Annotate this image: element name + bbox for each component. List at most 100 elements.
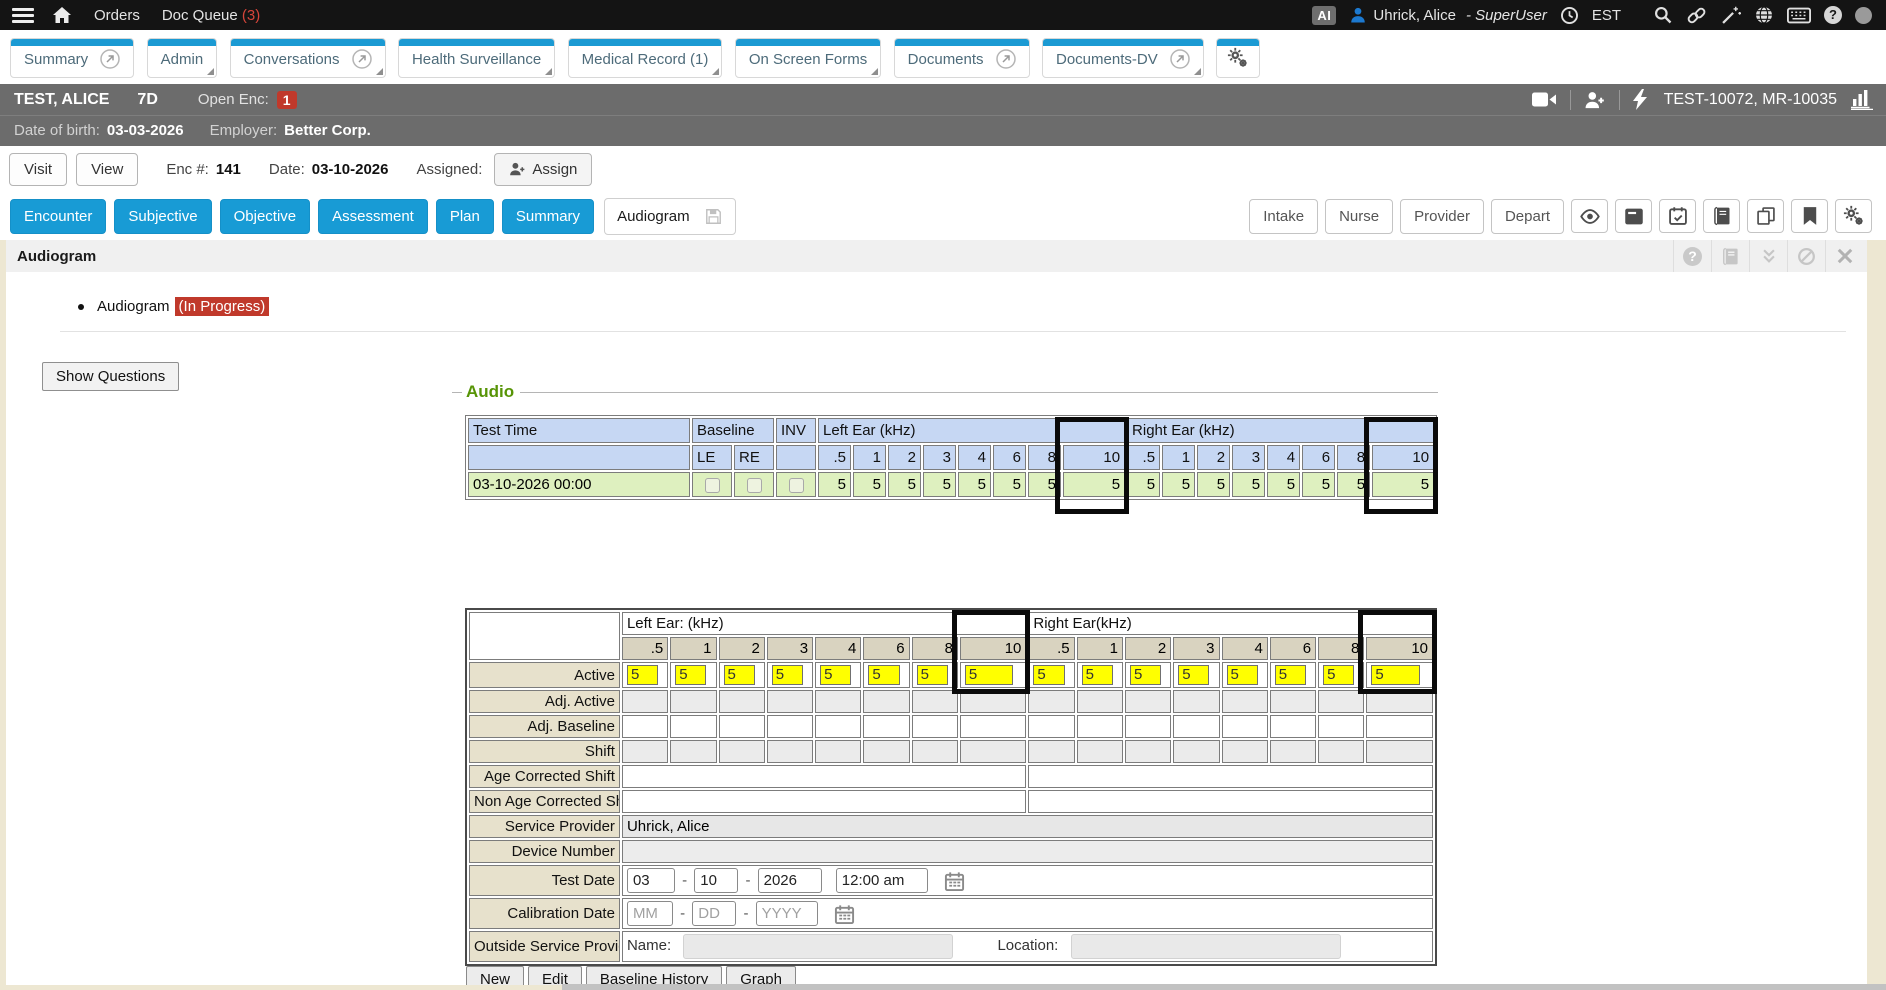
ai-badge[interactable]: AI bbox=[1312, 6, 1336, 25]
wand-icon[interactable] bbox=[1720, 5, 1741, 26]
tab-medical-record[interactable]: Medical Record (1) bbox=[568, 38, 723, 78]
graph-button[interactable]: Graph bbox=[726, 966, 796, 985]
summary-button[interactable]: Summary bbox=[502, 199, 594, 234]
tab-settings[interactable] bbox=[1216, 38, 1260, 78]
chart-icon[interactable] bbox=[1850, 89, 1874, 110]
archive-button[interactable] bbox=[1615, 199, 1652, 233]
nurse-button[interactable]: Nurse bbox=[1325, 199, 1393, 234]
help-icon[interactable]: ? bbox=[1824, 6, 1842, 24]
lightning-icon[interactable] bbox=[1633, 89, 1647, 110]
settings-gears-button[interactable] bbox=[1835, 199, 1872, 233]
horizontal-scrollbar-thumb[interactable] bbox=[562, 984, 1886, 990]
device-number-field[interactable] bbox=[622, 840, 1433, 863]
active-left-input-value[interactable]: 5 bbox=[868, 665, 899, 685]
bookmark-button[interactable] bbox=[1791, 199, 1828, 233]
active-left-input-value[interactable]: 5 bbox=[675, 665, 706, 685]
tab-on-screen-forms[interactable]: On Screen Forms bbox=[735, 38, 881, 78]
popout-icon[interactable] bbox=[100, 49, 120, 69]
popout-icon[interactable] bbox=[996, 49, 1016, 69]
add-person-icon[interactable] bbox=[1584, 91, 1606, 109]
baseline-history-button[interactable]: Baseline History bbox=[586, 966, 722, 985]
view-button[interactable]: View bbox=[76, 153, 138, 186]
book-button[interactable] bbox=[1703, 199, 1740, 233]
active-left-input-value[interactable]: 5 bbox=[772, 665, 803, 685]
tab-admin[interactable]: Admin bbox=[147, 38, 218, 78]
subjective-button[interactable]: Subjective bbox=[114, 199, 211, 234]
audiogram-status-item[interactable]: Audiogram (In Progress) bbox=[78, 297, 269, 316]
frequency-header-cell: .5 bbox=[1028, 637, 1074, 660]
calibration-year-input[interactable] bbox=[756, 901, 818, 926]
home-icon[interactable] bbox=[52, 6, 72, 24]
tab-documents[interactable]: Documents bbox=[894, 38, 1030, 78]
close-icon[interactable] bbox=[1825, 240, 1863, 272]
tab-health-surveillance[interactable]: Health Surveillance bbox=[398, 38, 555, 78]
active-left-input-value[interactable]: 5 bbox=[724, 665, 755, 685]
active-right-input-value[interactable]: 5 bbox=[1082, 665, 1113, 685]
active-right-input-value[interactable]: 5 bbox=[1323, 665, 1354, 685]
show-questions-button[interactable]: Show Questions bbox=[42, 362, 179, 391]
test-time-value[interactable]: 03-10-2026 00:00 bbox=[468, 472, 690, 497]
encounter-button[interactable]: Encounter bbox=[10, 199, 106, 234]
globe-icon[interactable] bbox=[1754, 5, 1774, 25]
search-icon[interactable] bbox=[1653, 5, 1673, 25]
active-right-input-value[interactable]: 5 bbox=[1371, 665, 1420, 685]
intake-button[interactable]: Intake bbox=[1249, 199, 1318, 234]
open-enc-count-badge[interactable]: 1 bbox=[277, 91, 297, 109]
active-right-input-value[interactable]: 5 bbox=[1275, 665, 1306, 685]
baseline-re-checkbox[interactable] bbox=[747, 478, 762, 493]
active-right-input-value[interactable]: 5 bbox=[1178, 665, 1209, 685]
status-dot-icon[interactable] bbox=[1855, 7, 1872, 24]
orders-menu-item[interactable]: Orders bbox=[94, 7, 140, 24]
visit-button[interactable]: Visit bbox=[9, 153, 67, 186]
inv-checkbox[interactable] bbox=[789, 478, 804, 493]
audiogram-document-tab[interactable]: Audiogram bbox=[604, 198, 736, 235]
active-left-input-value[interactable]: 5 bbox=[820, 665, 851, 685]
clock-icon[interactable] bbox=[1560, 6, 1579, 25]
calendar-icon[interactable] bbox=[834, 904, 855, 925]
popout-icon[interactable] bbox=[1170, 49, 1190, 69]
test-date-day-input[interactable] bbox=[694, 868, 738, 893]
active-left-input-value[interactable]: 5 bbox=[965, 665, 1014, 685]
test-date-year-input[interactable] bbox=[758, 868, 822, 893]
video-camera-icon[interactable] bbox=[1531, 91, 1557, 108]
panel-help-button[interactable]: ? bbox=[1673, 240, 1711, 272]
copy-button[interactable] bbox=[1747, 199, 1784, 233]
calendar-check-button[interactable] bbox=[1659, 199, 1696, 233]
calibration-day-input[interactable] bbox=[692, 901, 736, 926]
test-time-input[interactable] bbox=[836, 868, 928, 893]
active-left-input-value[interactable]: 5 bbox=[627, 665, 658, 685]
outside-name-input[interactable] bbox=[683, 934, 953, 959]
active-left-input-value[interactable]: 5 bbox=[917, 665, 948, 685]
outside-location-input[interactable] bbox=[1071, 934, 1341, 959]
active-right-input-value[interactable]: 5 bbox=[1033, 665, 1064, 685]
audiogram-item-label[interactable]: Audiogram bbox=[97, 298, 170, 315]
new-button[interactable]: New bbox=[466, 966, 524, 985]
doc-queue-menu-item[interactable]: Doc Queue (3) bbox=[162, 7, 260, 24]
objective-button[interactable]: Objective bbox=[220, 199, 311, 234]
cancel-button[interactable] bbox=[1787, 240, 1825, 272]
plan-button[interactable]: Plan bbox=[436, 199, 494, 234]
hamburger-menu-icon[interactable] bbox=[12, 5, 34, 26]
calibration-month-input[interactable] bbox=[627, 901, 673, 926]
tab-summary[interactable]: Summary bbox=[10, 38, 134, 78]
keyboard-icon[interactable] bbox=[1787, 7, 1811, 24]
tab-conversations[interactable]: Conversations bbox=[230, 38, 386, 78]
panel-book-button[interactable] bbox=[1711, 240, 1749, 272]
calendar-icon[interactable] bbox=[944, 871, 965, 892]
assessment-button[interactable]: Assessment bbox=[318, 199, 428, 234]
edit-button[interactable]: Edit bbox=[528, 966, 582, 985]
test-date-month-input[interactable] bbox=[627, 868, 675, 893]
depart-button[interactable]: Depart bbox=[1491, 199, 1564, 234]
user-menu[interactable]: Uhrick, Alice - SuperUser bbox=[1349, 6, 1546, 24]
link-icon[interactable] bbox=[1686, 5, 1707, 26]
baseline-le-checkbox[interactable] bbox=[705, 478, 720, 493]
popout-icon[interactable] bbox=[352, 49, 372, 69]
active-right-input-value[interactable]: 5 bbox=[1227, 665, 1258, 685]
collapse-chevrons-button[interactable] bbox=[1749, 240, 1787, 272]
assign-button[interactable]: Assign bbox=[494, 153, 592, 186]
provider-button[interactable]: Provider bbox=[1400, 199, 1484, 234]
tab-documents-dv[interactable]: Documents-DV bbox=[1042, 38, 1204, 78]
outside-location-label: Location: bbox=[997, 937, 1058, 954]
view-eye-button[interactable] bbox=[1571, 199, 1608, 233]
active-right-input-value[interactable]: 5 bbox=[1130, 665, 1161, 685]
